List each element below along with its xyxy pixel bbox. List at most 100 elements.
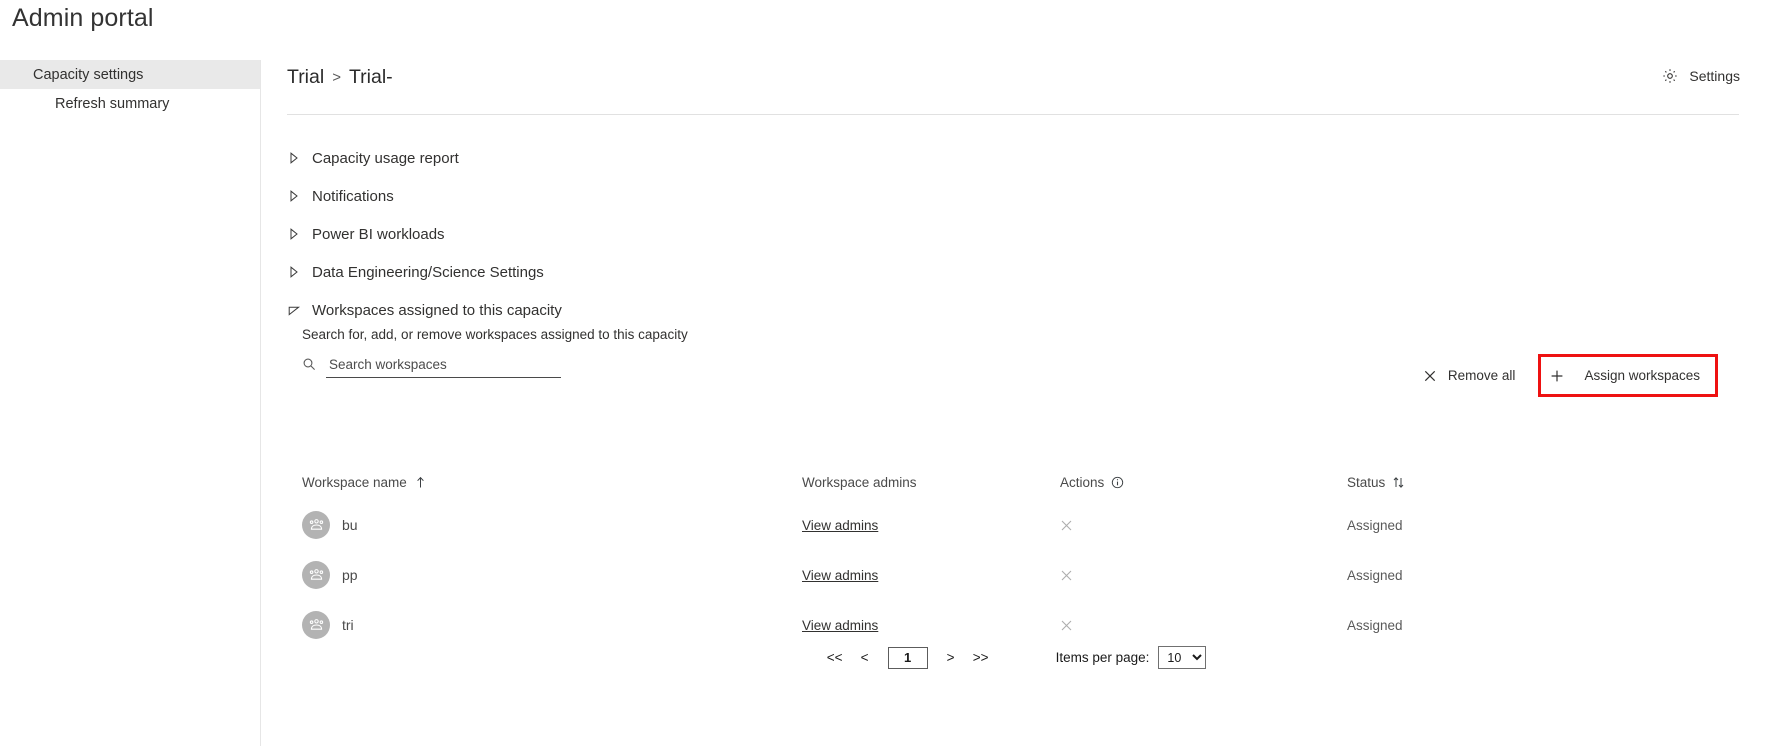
status-badge: Assigned	[1347, 617, 1403, 633]
workspace-name: bu	[342, 517, 358, 533]
items-per-page-label: Items per page:	[1055, 650, 1150, 665]
table-row: tri View admins Assigned	[287, 600, 1739, 650]
section-label: Data Engineering/Science Settings	[312, 263, 544, 281]
items-per-page-select[interactable]: 102050100	[1158, 646, 1207, 669]
group-icon	[309, 568, 323, 580]
cell-actions	[1045, 569, 1332, 582]
table-row: bu View admins Assigned	[287, 500, 1739, 550]
column-header-workspace-name[interactable]: Workspace name	[287, 475, 787, 490]
chevron-right-icon	[287, 265, 312, 279]
cell-workspace-name: tri	[287, 611, 787, 639]
column-header-status[interactable]: Status	[1332, 475, 1739, 490]
chevron-right-icon	[287, 227, 312, 241]
avatar	[302, 611, 330, 639]
left-sidebar: Capacity settings Refresh summary	[0, 60, 261, 746]
column-label: Actions	[1060, 474, 1105, 490]
column-label: Workspace admins	[802, 474, 917, 490]
avatar	[302, 511, 330, 539]
section-label: Notifications	[312, 187, 394, 205]
section-notifications[interactable]: Notifications	[287, 177, 1739, 215]
header-divider	[287, 114, 1739, 115]
remove-workspace-button[interactable]	[1060, 619, 1332, 632]
main-content: Trial > Trial- Settings Capacity usage r…	[261, 60, 1767, 746]
section-workspaces-assigned[interactable]: Workspaces assigned to this capacity	[287, 291, 1739, 329]
status-badge: Assigned	[1347, 567, 1403, 583]
section-label: Capacity usage report	[312, 149, 459, 167]
remove-workspace-button[interactable]	[1060, 519, 1332, 532]
assign-workspaces-label: Assign workspaces	[1584, 368, 1700, 383]
assign-workspaces-highlight: Assign workspaces	[1538, 354, 1718, 397]
column-header-workspace-admins: Workspace admins	[787, 475, 1045, 490]
view-admins-link[interactable]: View admins	[802, 568, 878, 583]
assign-workspaces-button[interactable]: Assign workspaces	[1548, 368, 1702, 383]
settings-label: Settings	[1689, 68, 1740, 84]
prev-page-button[interactable]: <	[850, 647, 880, 668]
group-icon	[309, 618, 323, 630]
cell-workspace-admins: View admins	[787, 568, 1045, 583]
section-capacity-usage-report[interactable]: Capacity usage report	[287, 139, 1739, 177]
page-title: Admin portal	[12, 4, 154, 32]
cell-actions	[1045, 519, 1332, 532]
last-page-button[interactable]: >>	[966, 647, 996, 668]
section-data-engineering-science-settings[interactable]: Data Engineering/Science Settings	[287, 253, 1739, 291]
workspaces-toolbar: Remove all Assign workspaces	[287, 354, 1739, 400]
admin-portal-page: Admin portal Capacity settings Refresh s…	[0, 0, 1767, 746]
workspaces-description: Search for, add, or remove workspaces as…	[302, 327, 688, 342]
column-header-actions: Actions	[1045, 475, 1332, 490]
settings-button[interactable]: Settings	[1662, 68, 1740, 84]
view-admins-link[interactable]: View admins	[802, 518, 878, 533]
table-body: bu View admins Assigned pp View admins A…	[287, 500, 1739, 650]
cell-workspace-admins: View admins	[787, 518, 1045, 533]
avatar	[302, 561, 330, 589]
breadcrumb-separator-icon: >	[332, 69, 341, 86]
arrow-up-icon	[414, 476, 427, 489]
remove-all-button[interactable]: Remove all	[1409, 358, 1530, 393]
status-badge: Assigned	[1347, 517, 1403, 533]
table-row: pp View admins Assigned	[287, 550, 1739, 600]
current-page-input[interactable]: 1	[887, 646, 928, 669]
next-page-button[interactable]: >	[936, 647, 966, 668]
arrow-up-down-icon	[1392, 476, 1405, 489]
cell-workspace-name: pp	[287, 561, 787, 589]
cell-workspace-name: bu	[287, 511, 787, 539]
breadcrumb-item-trial[interactable]: Trial	[287, 66, 324, 89]
view-admins-link[interactable]: View admins	[802, 618, 878, 633]
cell-status: Assigned	[1332, 518, 1739, 533]
table-header-row: Workspace name Workspace admins Actions	[287, 464, 1739, 500]
info-icon[interactable]	[1111, 476, 1124, 489]
cell-status: Assigned	[1332, 618, 1739, 633]
search-icon	[302, 357, 316, 378]
sidebar-item-capacity-settings[interactable]: Capacity settings	[0, 60, 260, 89]
plus-icon	[1550, 369, 1573, 383]
column-label: Workspace name	[302, 474, 407, 490]
search-input[interactable]	[326, 357, 561, 378]
cell-status: Assigned	[1332, 568, 1739, 583]
remove-all-label: Remove all	[1447, 368, 1516, 383]
chevron-right-icon	[287, 189, 312, 203]
search-workspaces-group	[302, 357, 561, 378]
close-icon	[1423, 369, 1437, 383]
section-power-bi-workloads[interactable]: Power BI workloads	[287, 215, 1739, 253]
section-label: Power BI workloads	[312, 225, 445, 243]
workspace-name: tri	[342, 617, 354, 633]
first-page-button[interactable]: <<	[820, 647, 850, 668]
sidebar-item-refresh-summary[interactable]: Refresh summary	[0, 89, 260, 118]
cell-workspace-admins: View admins	[787, 618, 1045, 633]
workspace-name: pp	[342, 567, 358, 583]
section-label: Workspaces assigned to this capacity	[312, 301, 562, 319]
cell-actions	[1045, 619, 1332, 632]
sidebar-item-label: Capacity settings	[33, 66, 144, 83]
chevron-right-icon	[287, 151, 312, 165]
breadcrumb: Trial > Trial-	[287, 66, 393, 89]
column-label: Status	[1347, 474, 1386, 490]
chevron-down-icon	[287, 303, 312, 317]
breadcrumb-item-current[interactable]: Trial-	[349, 66, 393, 89]
gear-icon	[1662, 68, 1678, 84]
remove-workspace-button[interactable]	[1060, 569, 1332, 582]
workspaces-panel: Search for, add, or remove workspaces as…	[287, 326, 1739, 400]
pagination: << < 1 > >> Items per page: 102050100	[287, 646, 1739, 669]
settings-sections: Capacity usage report Notifications Powe…	[287, 139, 1739, 329]
workspaces-command-bar: Remove all Assign workspaces	[1409, 354, 1718, 397]
workspaces-table: Workspace name Workspace admins Actions	[287, 464, 1739, 650]
group-icon	[309, 518, 323, 530]
